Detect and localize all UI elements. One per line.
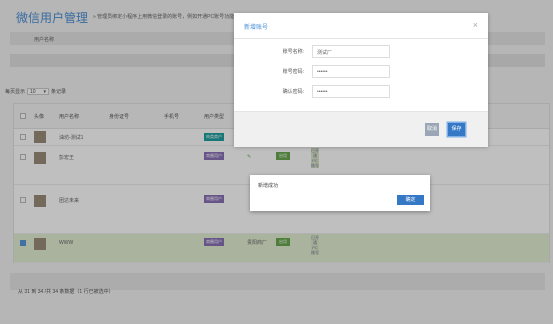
- dialog-header: 新增账号 ×: [234, 13, 488, 39]
- password-input[interactable]: ••••••: [312, 65, 390, 78]
- close-icon[interactable]: ×: [473, 20, 478, 30]
- save-button[interactable]: 保存: [448, 123, 465, 136]
- account-name-input[interactable]: 测试厂: [312, 45, 390, 58]
- confirm-button[interactable]: 确定: [397, 195, 424, 205]
- success-alert: 新增成功 确定: [250, 175, 430, 211]
- dialog-title: 新增账号: [244, 25, 269, 31]
- password-label: 账号密码:: [282, 69, 304, 75]
- confirm-password-input[interactable]: ••••••: [312, 85, 390, 98]
- confirm-password-label: 确认密码:: [282, 89, 304, 95]
- dialog-footer: 取消 保存: [234, 111, 488, 147]
- add-account-dialog: 新增账号 × 账号名称: 测试厂 账号密码: •••••• 确认密码: ••••…: [234, 13, 488, 147]
- cancel-button[interactable]: 取消: [425, 123, 439, 136]
- account-name-label: 账号名称:: [282, 49, 304, 55]
- alert-message: 新增成功: [258, 183, 279, 189]
